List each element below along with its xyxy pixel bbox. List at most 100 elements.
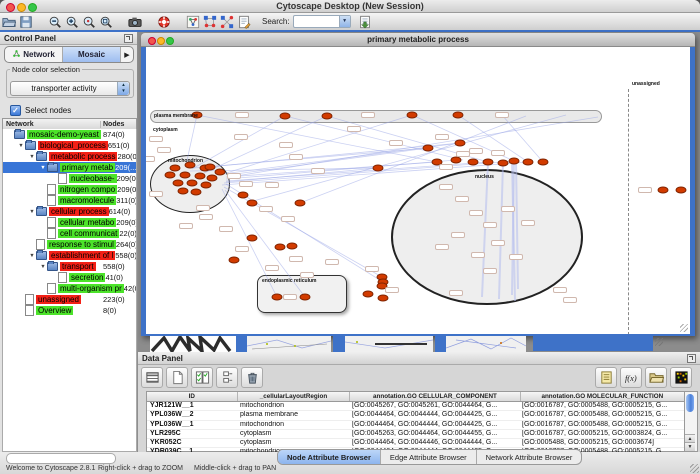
graph-node[interactable] — [205, 164, 216, 171]
tab-mosaic[interactable]: Mosaic — [63, 47, 120, 62]
graph-node[interactable] — [453, 112, 464, 119]
column-header[interactable]: annotation.GO MOLECULAR_FUNCTION — [521, 392, 685, 401]
graph-node[interactable] — [658, 187, 669, 194]
column-header[interactable]: _cellularLayoutRegion — [238, 392, 351, 401]
graph-node[interactable] — [538, 159, 549, 166]
graph-node[interactable] — [468, 159, 479, 166]
tree-row[interactable]: ▼biological_process651(0) — [3, 140, 136, 151]
zoom-fit-icon[interactable] — [97, 14, 114, 29]
tree-column-nodes[interactable]: Nodes — [101, 121, 136, 128]
graph-node[interactable] — [423, 145, 434, 152]
tab-edge-attribute-browser[interactable]: Edge Attribute Browser — [381, 450, 477, 464]
graph-node[interactable] — [407, 112, 418, 119]
table-scrollbar[interactable]: ▲ ▼ — [684, 391, 698, 452]
tree-row[interactable]: multi-organism pr42(0) — [3, 283, 136, 294]
network-window-titlebar[interactable]: primary metabolic process — [141, 33, 695, 47]
zoom-in-icon[interactable] — [63, 14, 80, 29]
tree-row[interactable]: nitrogen compo209(0) — [3, 184, 136, 195]
search-dropdown-icon[interactable]: ▼ — [339, 16, 350, 27]
tree-row[interactable]: cellular metabo209(0) — [3, 217, 136, 228]
scroll-down-icon[interactable]: ▼ — [685, 442, 695, 451]
graph-node[interactable] — [295, 200, 306, 207]
graph-node[interactable] — [523, 159, 534, 166]
graph-node[interactable] — [280, 113, 291, 120]
open-file-icon[interactable] — [0, 14, 17, 29]
graph-node[interactable] — [455, 140, 466, 147]
tree-row[interactable]: unassigned223(0) — [3, 294, 136, 305]
mac-titlebar[interactable]: Cytoscape Desktop (New Session) — [0, 0, 700, 13]
function-builder-icon[interactable]: f(x) — [620, 367, 642, 388]
graph-node[interactable] — [165, 172, 176, 179]
graph-node[interactable] — [173, 180, 184, 187]
new-attribute-icon[interactable] — [166, 367, 188, 388]
attribute-table-header[interactable]: ID_cellularLayoutRegionannotation.GO CEL… — [147, 392, 685, 402]
graph-node[interactable] — [229, 257, 240, 264]
delete-attribute-icon[interactable] — [241, 367, 263, 388]
select-nodes-checkbox[interactable]: ✓ — [10, 105, 21, 116]
tree-row[interactable]: ▼cellular process614(0) — [3, 206, 136, 217]
zoom-out-icon[interactable] — [46, 14, 63, 29]
tree-row[interactable]: ▼transport558(0) — [3, 261, 136, 272]
graph-node[interactable] — [215, 169, 226, 176]
table-row[interactable]: YJR121W__1mitochondrion[GO:0045267, GO:0… — [147, 402, 685, 411]
graph-node[interactable] — [201, 182, 212, 189]
table-row[interactable]: YPL036W__1mitochondrion[GO:0044464, GO:0… — [147, 421, 685, 430]
tree-expand-icon[interactable]: ▼ — [28, 154, 36, 160]
graph-node[interactable] — [247, 200, 258, 207]
snapshot-camera-icon[interactable] — [126, 14, 143, 29]
graph-node[interactable] — [363, 291, 374, 298]
tree-row[interactable]: Overview8(0) — [3, 305, 136, 316]
background-window-strip[interactable] — [446, 336, 526, 352]
float-panel-icon[interactable] — [687, 354, 696, 363]
background-window-strip[interactable] — [247, 336, 331, 352]
import-attributes-icon[interactable] — [645, 367, 667, 388]
tree-row[interactable]: cell communicat22(0) — [3, 228, 136, 239]
graph-node[interactable] — [287, 243, 298, 250]
help-lifesaver-icon[interactable] — [155, 14, 172, 29]
edit-edges-icon[interactable] — [218, 14, 235, 29]
tree-row[interactable]: ▼establishment of l558(0) — [3, 250, 136, 261]
combo-stepper-icon[interactable]: ▲▼ — [117, 82, 129, 95]
background-window-thumbnail[interactable] — [150, 336, 236, 352]
network-view-window[interactable]: primary metabolic process plasma membran… — [141, 33, 695, 336]
unselect-attributes-icon[interactable] — [216, 367, 238, 388]
save-session-icon[interactable] — [17, 14, 34, 29]
window-resize-grip[interactable] — [680, 324, 688, 332]
tree-row[interactable]: response to stimul264(0) — [3, 239, 136, 250]
tree-expand-icon[interactable]: ▼ — [39, 264, 47, 270]
graph-node[interactable] — [509, 158, 520, 165]
tree-row[interactable]: ▼metabolic process280(0) — [3, 151, 136, 162]
graph-node[interactable] — [275, 244, 286, 251]
graph-node[interactable] — [195, 173, 206, 180]
tree-expand-icon[interactable]: ▼ — [17, 143, 25, 149]
tab-node-attribute-browser[interactable]: Node Attribute Browser — [278, 450, 381, 464]
tree-row[interactable]: nucleobase-209(0) — [3, 173, 136, 184]
graph-node[interactable] — [272, 294, 283, 301]
graph-node[interactable] — [322, 113, 333, 120]
graph-node[interactable] — [483, 159, 494, 166]
table-row[interactable]: YLR295Ccytoplasm[GO:0045263, GO:0044464,… — [147, 430, 685, 439]
scrollbar-thumb[interactable] — [686, 394, 694, 412]
data-panel-header[interactable]: Data Panel — [138, 352, 700, 365]
attribute-table-icon[interactable] — [141, 367, 163, 388]
tree-column-network[interactable]: Network — [3, 121, 101, 128]
zoom-selected-icon[interactable] — [80, 14, 97, 29]
table-row[interactable]: YKR052Ccytoplasm[GO:0044464, GO:0044446,… — [147, 439, 685, 448]
tab-network-attribute-browser[interactable]: Network Attribute Browser — [477, 450, 582, 464]
network-canvas[interactable]: plasma membranecytoplasmmitochondrionnuc… — [146, 47, 690, 334]
graph-node[interactable] — [178, 188, 189, 195]
float-panel-icon[interactable] — [124, 34, 133, 43]
matrix-icon[interactable] — [670, 367, 692, 388]
app-resize-grip[interactable] — [690, 464, 699, 473]
edit-nodes-icon[interactable] — [201, 14, 218, 29]
tree-row[interactable]: mosaic-demo-yeast874(0) — [3, 129, 136, 140]
graph-node[interactable] — [498, 160, 509, 167]
tab-network[interactable]: Network — [5, 47, 63, 62]
graph-node[interactable] — [378, 295, 389, 302]
background-window-strip[interactable] — [345, 336, 433, 352]
tree-row[interactable]: ▼primary metab209(... — [3, 162, 136, 173]
graph-node[interactable] — [373, 165, 384, 172]
graph-node[interactable] — [247, 235, 258, 242]
node-color-select[interactable]: transporter activity ▲▼ — [10, 81, 130, 96]
column-header[interactable]: ID — [147, 392, 238, 401]
